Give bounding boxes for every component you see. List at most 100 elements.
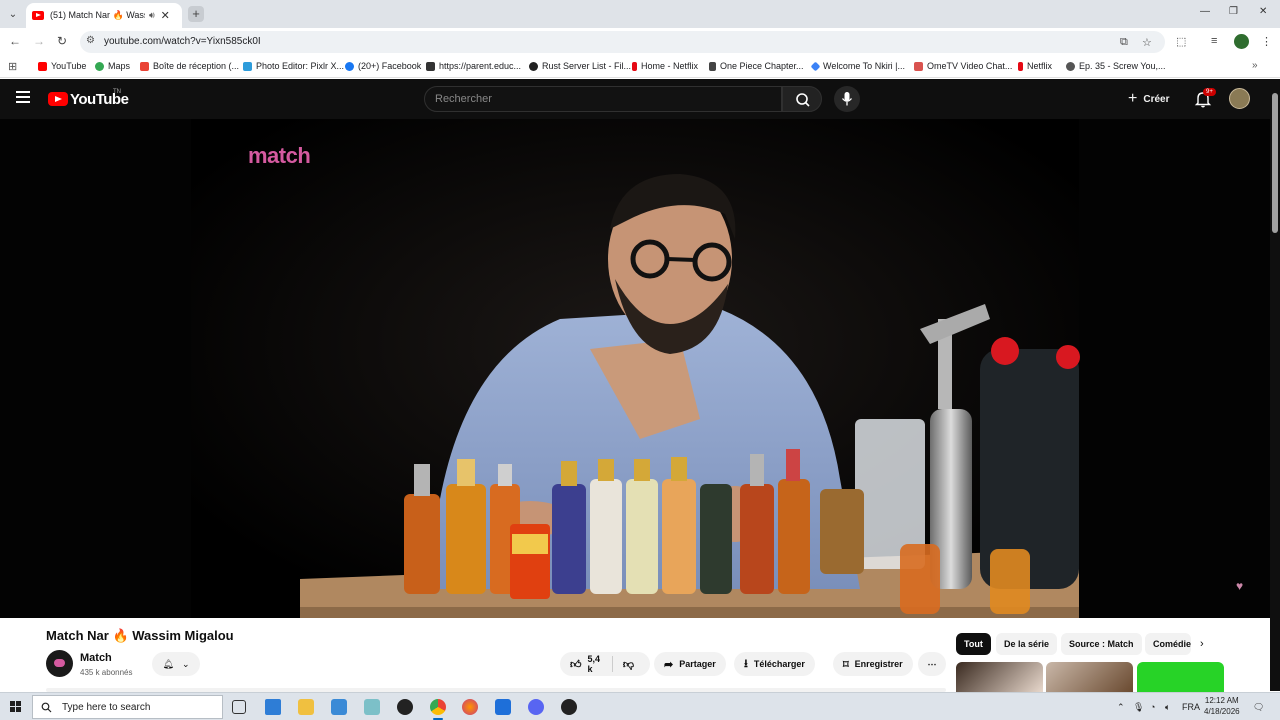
bookmark-one-piece[interactable]: One Piece Chapter... <box>709 61 804 71</box>
microphone-icon[interactable]: 🎙︎ <box>1133 702 1144 713</box>
search-button[interactable] <box>782 86 822 112</box>
back-icon[interactable]: ← <box>9 34 21 48</box>
bookmark-parent-educ[interactable]: https://parent.educ... <box>426 61 521 71</box>
bookmark-label: Netflix <box>1027 61 1053 71</box>
bookmark-ep35[interactable]: Ep. 35 - Screw You,... <box>1066 61 1166 71</box>
restore-icon[interactable]: ❐ <box>1229 6 1238 17</box>
channel-branding-icon[interactable]: ♥ <box>1236 579 1258 595</box>
file-explorer-icon[interactable] <box>298 699 314 715</box>
chip-series[interactable]: De la série <box>996 633 1058 655</box>
bookmark-rust[interactable]: Rust Server List - Fil... <box>529 61 631 71</box>
chevron-right-icon[interactable]: › <box>1200 638 1204 650</box>
recommended-thumbnail[interactable] <box>956 662 1043 692</box>
task-view-icon[interactable] <box>232 700 246 714</box>
tab-close-icon[interactable]: ✕ <box>161 9 170 22</box>
bookmark-label: Boîte de réception (... <box>153 61 240 71</box>
search-placeholder: Rechercher <box>435 93 492 105</box>
like-count[interactable]: 5,4 k <box>588 654 603 674</box>
bookmarks-overflow-icon[interactable]: » <box>1252 60 1258 71</box>
taskbar-search-input[interactable]: Type here to search <box>32 695 223 719</box>
tab-search-dropdown-icon[interactable]: ⌄ <box>4 5 22 23</box>
download-button[interactable]: ⭳ Télécharger <box>734 652 815 676</box>
house-icon <box>426 61 435 71</box>
channel-name[interactable]: Match <box>80 652 112 664</box>
create-button[interactable]: + Créer <box>1128 90 1169 108</box>
bookmark-pixlr[interactable]: Photo Editor: Pixlr X... <box>243 61 344 71</box>
scrollbar-thumb[interactable] <box>1272 93 1278 233</box>
reload-icon[interactable]: ↻ <box>57 34 67 48</box>
bookmark-star-icon[interactable]: ☆ <box>1142 36 1152 49</box>
hamburger-menu-icon[interactable] <box>16 91 30 103</box>
app-icon[interactable] <box>561 699 577 715</box>
like-icon[interactable]: 👍︎ <box>570 658 582 671</box>
page-scrollbar[interactable] <box>1270 79 1280 691</box>
voice-search-button[interactable] <box>834 86 860 112</box>
chrome-icon[interactable] <box>430 699 446 720</box>
youtube-favicon-icon <box>32 11 44 20</box>
more-actions-button[interactable]: ⋯ <box>918 652 946 676</box>
tray-chevron-icon[interactable]: ⌃ <box>1117 702 1125 713</box>
channel-avatar[interactable] <box>46 650 73 677</box>
extensions-icon[interactable]: ⬚ <box>1176 35 1186 48</box>
youtube-logo-icon[interactable] <box>48 92 68 106</box>
store-icon[interactable] <box>495 699 511 715</box>
chip-all[interactable]: Tout <box>956 633 991 655</box>
address-bar[interactable]: ⚙︎ youtube.com/watch?v=Yixn585ck0I ⧉ ☆ <box>80 31 1165 53</box>
recommended-thumbnail[interactable] <box>1137 662 1224 692</box>
apps-grid-icon[interactable]: ⊞ <box>8 60 17 73</box>
bookmark-maps[interactable]: Maps <box>95 61 130 71</box>
bookmark-facebook[interactable]: (20+) Facebook <box>345 61 421 71</box>
bookmark-ometv[interactable]: OmeTV Video Chat... <box>914 61 1012 71</box>
recommended-thumbnail[interactable] <box>1046 662 1133 692</box>
discord-icon[interactable] <box>528 699 544 715</box>
outlook-icon[interactable] <box>331 699 347 715</box>
bookmark-gmail[interactable]: Boîte de réception (... <box>140 61 239 71</box>
chip-comedy[interactable]: Comédie <box>1145 633 1191 655</box>
subscription-bell-button[interactable]: 🔔︎ ⌄ <box>152 652 200 676</box>
window-close-icon[interactable]: ✕ <box>1259 6 1267 17</box>
site-info-icon[interactable]: ⚙︎ <box>86 35 95 46</box>
address-url[interactable]: youtube.com/watch?v=Yixn585ck0I <box>104 36 261 47</box>
like-divider <box>612 656 613 672</box>
bookmark-label: YouTube <box>51 61 87 71</box>
browser-menu-icon[interactable]: ⋮ <box>1261 35 1272 48</box>
bookmark-netflix-home[interactable]: Home - Netflix <box>632 61 698 71</box>
windows-start-icon[interactable] <box>10 701 22 713</box>
profile-avatar[interactable] <box>1234 34 1249 49</box>
taskbar-search-placeholder: Type here to search <box>62 701 151 713</box>
browser-tab-youtube[interactable]: (51) Match Nar 🔥 Wassim Migalou - YouTub… <box>26 3 182 28</box>
cast-icon[interactable]: ⧉ <box>1120 36 1128 49</box>
app-icon[interactable] <box>364 699 380 715</box>
facebook-icon <box>345 61 354 71</box>
bookmark-youtube[interactable]: YouTube <box>38 61 86 71</box>
bookmark-label: One Piece Chapter... <box>720 61 804 71</box>
media-player-icon[interactable] <box>397 699 413 715</box>
search-input[interactable]: Rechercher <box>424 86 782 112</box>
system-clock[interactable]: 12:12 AM 4/18/2026 <box>1204 695 1240 717</box>
network-icon[interactable]: ◔ <box>1150 702 1155 712</box>
save-button[interactable]: ⌑ Enregistrer <box>833 652 913 676</box>
video-player[interactable]: match ♥ <box>0 119 1270 618</box>
notification-center-icon[interactable]: 🗨︎ <box>1253 702 1264 713</box>
rust-icon <box>529 61 538 71</box>
volume-icon[interactable]: 🔈︎ <box>1165 702 1170 713</box>
bookmark-nkiri[interactable]: Welcome To Nkiri |... <box>810 61 905 71</box>
notification-count-badge: 9+ <box>1203 88 1216 96</box>
bookmark-label: Maps <box>108 61 131 71</box>
dislike-icon[interactable]: 👎︎ <box>623 658 634 671</box>
bookmark-netflix[interactable]: Netflix <box>1018 61 1052 71</box>
account-avatar[interactable] <box>1229 88 1250 109</box>
language-indicator[interactable]: FRA <box>1182 702 1200 712</box>
forward-icon[interactable]: → <box>33 34 45 48</box>
bell-icon: 🔔︎ <box>162 658 174 669</box>
firefox-icon[interactable] <box>462 699 478 715</box>
new-tab-button[interactable]: + <box>188 6 204 22</box>
minimize-icon[interactable]: — <box>1200 6 1210 17</box>
chip-source[interactable]: Source : Match <box>1061 633 1142 655</box>
search-icon <box>41 702 52 712</box>
media-control-icon[interactable]: ≡ <box>1211 35 1217 47</box>
share-label: Partager <box>679 659 716 669</box>
share-button[interactable]: ➦ Partager <box>654 652 726 676</box>
audio-playing-icon[interactable]: 🔊︎ <box>149 10 155 21</box>
todo-app-icon[interactable] <box>265 699 281 715</box>
